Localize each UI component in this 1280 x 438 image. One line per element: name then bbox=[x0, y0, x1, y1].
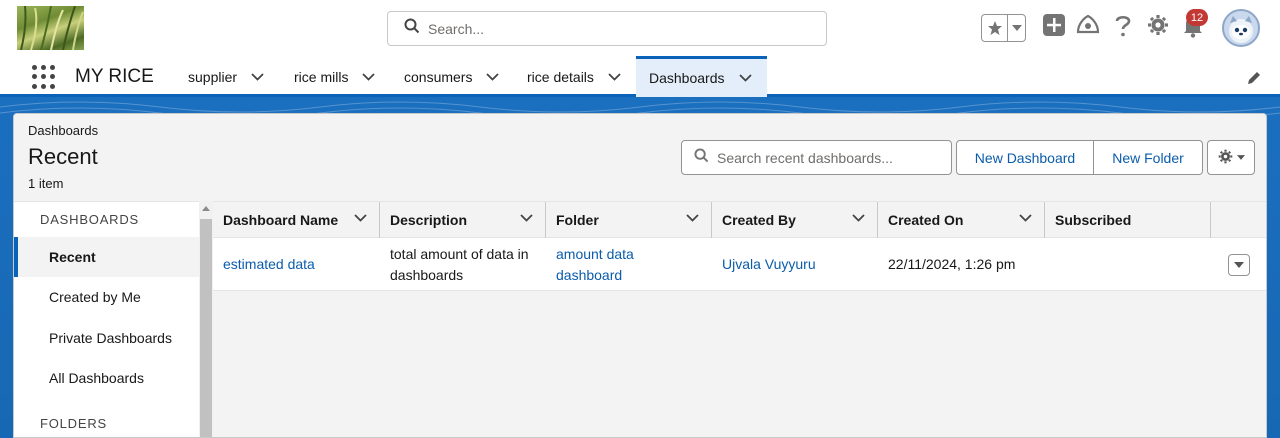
column-header-folder[interactable]: Folder bbox=[546, 202, 712, 238]
tab-label: rice mills bbox=[294, 68, 349, 85]
chevron-down-icon[interactable] bbox=[852, 214, 865, 222]
cell-description: total amount of data in dashboards bbox=[390, 245, 529, 283]
sidebar-item-all-dashboards[interactable]: All Dashboards bbox=[14, 358, 199, 398]
scrollbar-thumb[interactable] bbox=[200, 219, 212, 437]
search-placeholder: Search recent dashboards... bbox=[717, 149, 893, 166]
chevron-down-icon[interactable] bbox=[362, 72, 376, 81]
search-recent-dashboards-input[interactable]: Search recent dashboards... bbox=[681, 140, 952, 175]
chevron-down-icon[interactable] bbox=[1019, 214, 1032, 222]
chevron-down-icon[interactable] bbox=[486, 72, 500, 81]
new-folder-button[interactable]: New Folder bbox=[1094, 140, 1203, 175]
section-heading-dashboards: DASHBOARDS bbox=[40, 212, 140, 227]
page-title: Recent bbox=[28, 144, 98, 169]
column-header-subscribed[interactable]: Subscribed bbox=[1045, 202, 1211, 238]
column-header-dashboard-name[interactable]: Dashboard Name bbox=[213, 202, 380, 238]
star-icon[interactable] bbox=[982, 15, 1008, 41]
global-search-input[interactable]: Search... bbox=[387, 11, 827, 46]
search-icon bbox=[404, 18, 420, 39]
avatar-icon[interactable] bbox=[1222, 9, 1260, 47]
column-label: Created On bbox=[888, 212, 964, 228]
column-header-description[interactable]: Description bbox=[380, 202, 546, 238]
cell-subscribed bbox=[1045, 238, 1211, 291]
edit-nav-pencil-icon[interactable] bbox=[1246, 70, 1262, 91]
chevron-down-icon bbox=[1234, 262, 1244, 268]
column-label: Subscribed bbox=[1055, 212, 1132, 228]
tab-label: rice details bbox=[527, 68, 594, 85]
sidebar-item-label: Private Dashboards bbox=[49, 330, 172, 346]
tab-dashboards[interactable]: Dashboards bbox=[636, 56, 767, 97]
list-header: Dashboards Recent 1 item Search recent d… bbox=[14, 114, 1266, 201]
item-count: 1 item bbox=[28, 176, 64, 191]
app-name: MY RICE bbox=[75, 66, 154, 87]
search-placeholder: Search... bbox=[428, 20, 485, 37]
cell-created-on: 22/11/2024, 1:26 pm bbox=[888, 256, 1016, 272]
chevron-down-icon[interactable] bbox=[1008, 15, 1025, 41]
global-header: Search... 12 bbox=[0, 0, 1280, 56]
table-header: Dashboard Name Description Folder Create… bbox=[213, 201, 1266, 238]
chevron-down-icon[interactable] bbox=[520, 214, 533, 222]
tab-supplier[interactable]: supplier bbox=[188, 56, 264, 97]
trailhead-icon[interactable] bbox=[1076, 14, 1100, 36]
add-icon[interactable] bbox=[1043, 14, 1065, 36]
chevron-down-icon[interactable] bbox=[354, 214, 367, 222]
chevron-down-icon[interactable] bbox=[738, 74, 752, 82]
sidebar-item-created-by-me[interactable]: Created by Me bbox=[14, 277, 199, 317]
tab-rice-mills[interactable]: rice mills bbox=[294, 56, 376, 97]
chevron-down-icon[interactable] bbox=[608, 72, 621, 81]
logo-image[interactable] bbox=[17, 6, 84, 50]
app-launcher-icon[interactable] bbox=[32, 65, 56, 89]
column-header-created-on[interactable]: Created On bbox=[878, 202, 1045, 238]
new-dashboard-button[interactable]: New Dashboard bbox=[956, 140, 1094, 175]
sidebar-item-label: Recent bbox=[49, 249, 96, 265]
cell-created-by[interactable]: Ujvala Vuyyuru bbox=[712, 238, 878, 291]
tab-label: consumers bbox=[404, 68, 473, 85]
cell-dashboard-name[interactable]: estimated data bbox=[213, 238, 380, 291]
column-label: Dashboard Name bbox=[223, 212, 339, 228]
table-row[interactable]: estimated data total amount of data in d… bbox=[213, 238, 1266, 291]
sidebar-item-label: Created by Me bbox=[49, 289, 141, 305]
app-navigation-bar: MY RICE supplier rice mills consumers ri… bbox=[0, 56, 1280, 97]
sidebar-item-recent[interactable]: Recent bbox=[14, 237, 199, 277]
search-icon bbox=[694, 147, 709, 168]
row-actions-button[interactable] bbox=[1228, 254, 1250, 276]
dashboards-table: Dashboard Name Description Folder Create… bbox=[213, 201, 1266, 437]
chevron-down-icon bbox=[1236, 155, 1245, 160]
column-label: Description bbox=[390, 212, 468, 228]
sidebar-scrollbar[interactable] bbox=[199, 201, 213, 437]
column-header-created-by[interactable]: Created By bbox=[712, 202, 878, 238]
sidebar-item-label: All Dashboards bbox=[49, 370, 144, 386]
help-icon[interactable] bbox=[1114, 14, 1132, 38]
list-settings-button[interactable] bbox=[1207, 140, 1255, 175]
chevron-down-icon[interactable] bbox=[686, 214, 699, 222]
dashboards-list-card: Dashboards Recent 1 item Search recent d… bbox=[13, 113, 1267, 438]
section-heading-folders: FOLDERS bbox=[40, 416, 108, 431]
scroll-up-arrow-icon[interactable] bbox=[202, 206, 210, 211]
tab-label: supplier bbox=[188, 68, 238, 85]
tab-rice-details[interactable]: rice details bbox=[527, 56, 621, 97]
dashboards-sidebar: DASHBOARDS Recent Created by Me Private … bbox=[14, 201, 199, 437]
tab-label: Dashboards bbox=[649, 70, 725, 86]
column-label: Created By bbox=[722, 212, 796, 228]
breadcrumb: Dashboards bbox=[28, 123, 99, 138]
notification-badge: 12 bbox=[1186, 9, 1208, 26]
cell-folder[interactable]: amount data dashboard bbox=[546, 238, 712, 291]
sidebar-item-private-dashboards[interactable]: Private Dashboards bbox=[14, 318, 199, 358]
gear-icon[interactable] bbox=[1147, 14, 1169, 36]
gear-icon bbox=[1218, 149, 1233, 167]
column-label: Folder bbox=[556, 212, 599, 228]
tab-consumers[interactable]: consumers bbox=[404, 56, 500, 97]
chevron-down-icon[interactable] bbox=[251, 72, 264, 81]
favorites-button-group[interactable] bbox=[981, 14, 1026, 42]
